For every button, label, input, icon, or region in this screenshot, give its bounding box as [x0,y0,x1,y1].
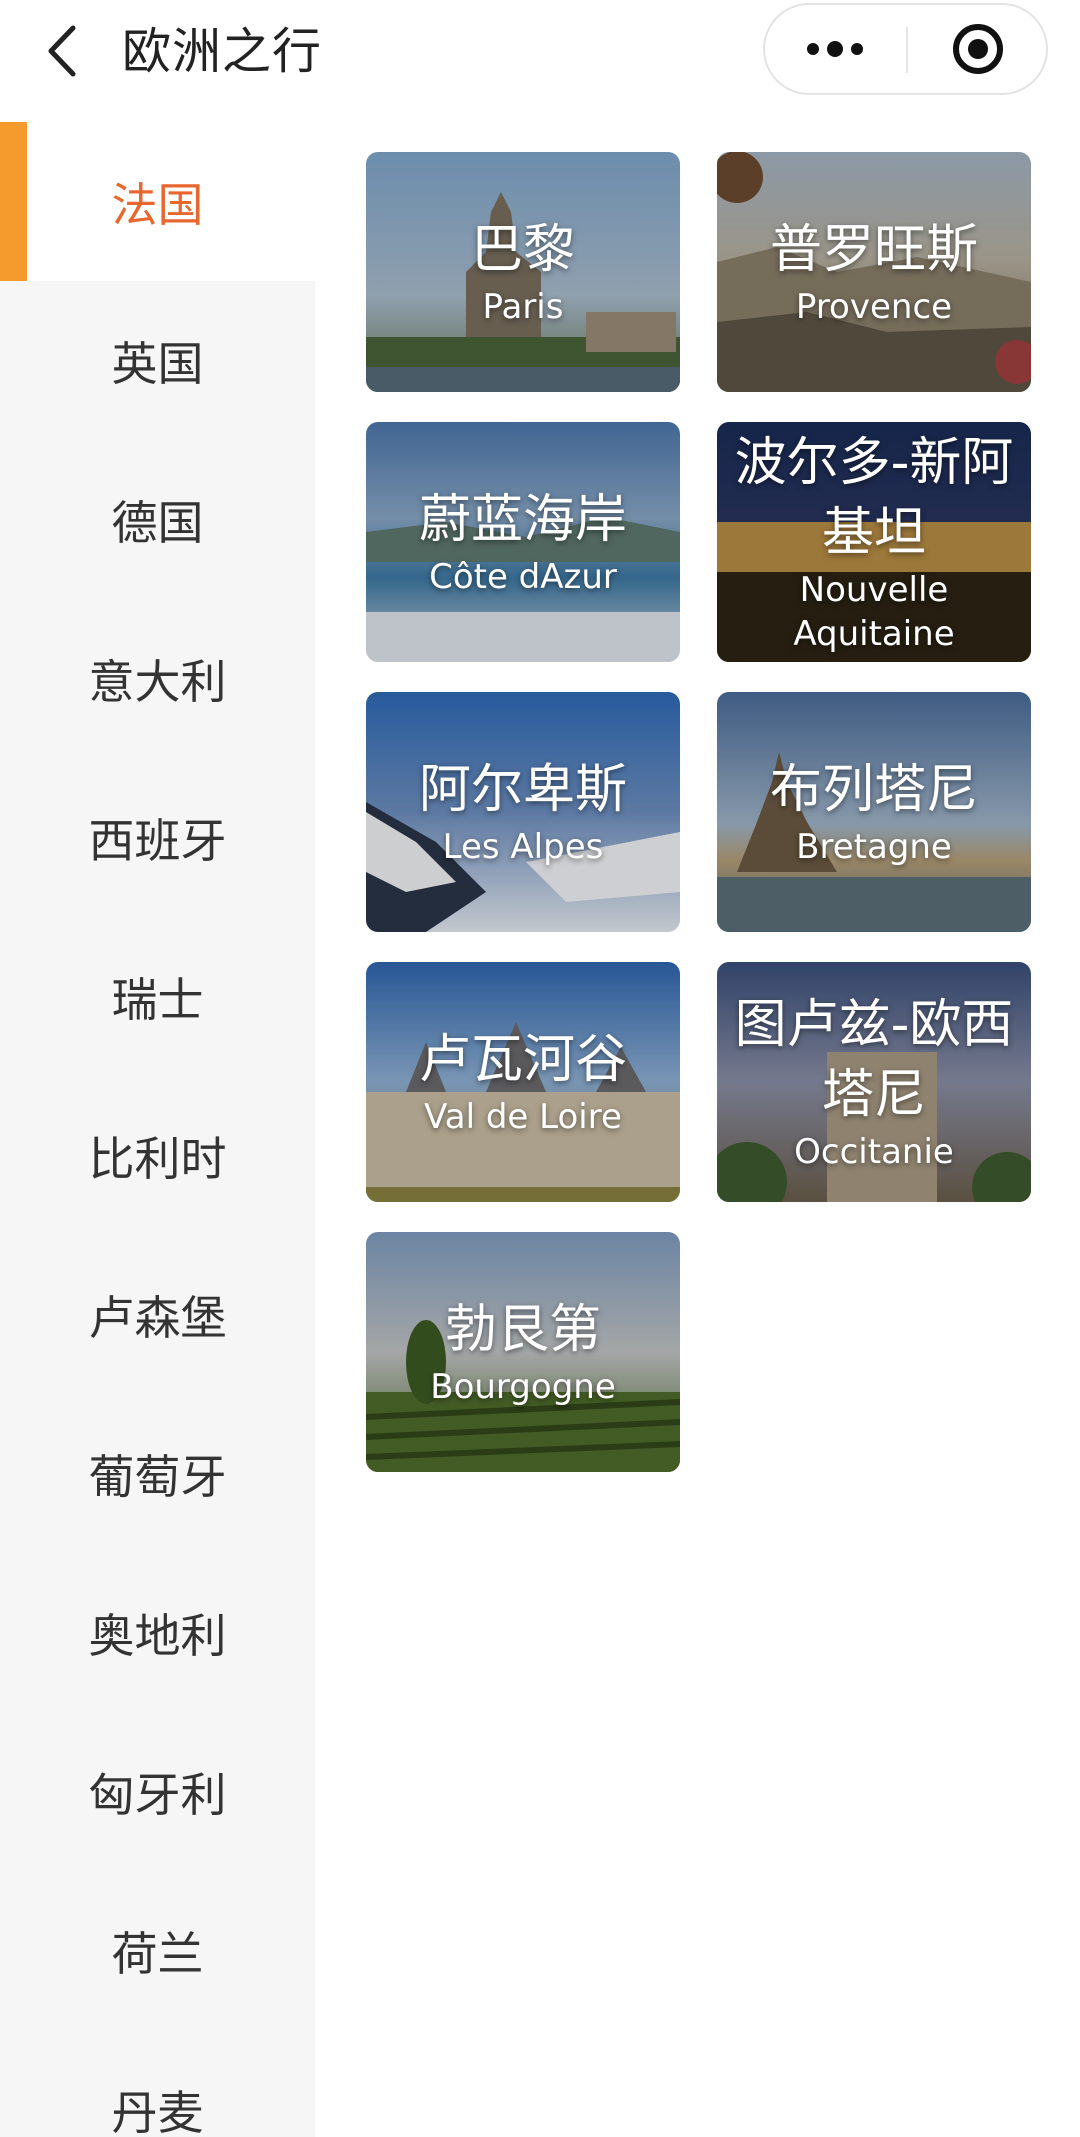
region-name-cn: 波尔多-新阿基坦 [734,433,1014,563]
region-name-en: Val de Loire [424,1097,622,1137]
sidebar-item-hungary[interactable]: 匈牙利 [0,1712,315,1871]
region-card-paris[interactable]: 巴黎 Paris [366,152,680,392]
region-card-provence[interactable]: 普罗旺斯 Provence [717,152,1031,392]
region-name-cn: 勃艮第 [444,1300,601,1360]
region-name-en: Les Alpes [442,827,604,867]
sidebar-item-label: 奥地利 [88,1608,227,1663]
more-dots-icon [807,41,863,57]
region-card-bretagne[interactable]: 布列塔尼 Bretagne [717,692,1031,932]
region-name-en: Paris [482,287,564,327]
region-name-cn: 普罗旺斯 [769,220,978,280]
region-name-en: Provence [795,287,953,327]
country-sidebar: 法国 英国 德国 意大利 西班牙 瑞士 比利时 卢森堡 葡萄牙 奥地利 匈牙利 … [0,122,315,2137]
region-name-cn: 布列塔尼 [769,760,978,820]
chevron-left-icon [48,25,76,77]
region-name-en: Bretagne [796,827,952,867]
target-circle-icon [953,24,1003,74]
sidebar-item-label: 西班牙 [88,813,227,868]
sidebar-item-netherlands[interactable]: 荷兰 [0,1871,315,2030]
region-card-nouvelle-aquitaine[interactable]: 波尔多-新阿基坦 Nouvelle Aquitaine [717,422,1031,662]
region-card-bourgogne[interactable]: 勃艮第 Bourgogne [366,1232,680,1472]
back-button[interactable] [32,18,92,84]
region-name-en: Nouvelle Aquitaine [793,570,955,654]
sidebar-item-label: 卢森堡 [88,1290,227,1345]
more-button[interactable] [765,5,905,93]
sidebar-item-label: 瑞士 [111,972,204,1027]
region-name-cn: 蔚蓝海岸 [418,490,627,550]
sidebar-item-label: 德国 [111,495,204,550]
sidebar-item-label: 葡萄牙 [88,1449,227,1504]
sidebar-item-belgium[interactable]: 比利时 [0,1076,315,1235]
sidebar-item-label: 英国 [111,336,204,391]
sidebar-item-label: 匈牙利 [88,1767,227,1822]
region-name-cn: 图卢兹-欧西塔尼 [734,995,1014,1125]
sidebar-item-france[interactable]: 法国 [0,122,315,281]
page-title: 欧洲之行 [122,23,323,80]
mini-program-capsule [763,3,1048,95]
sidebar-item-luxembourg[interactable]: 卢森堡 [0,1235,315,1394]
region-name-en: Bourgogne [430,1367,616,1407]
region-name-cn: 巴黎 [470,220,575,280]
region-name-en: Côte dAzur [429,557,617,597]
sidebar-item-austria[interactable]: 奥地利 [0,1553,315,1712]
sidebar-item-label: 比利时 [88,1131,227,1186]
region-card-cote-dazur[interactable]: 蔚蓝海岸 Côte dAzur [366,422,680,662]
navigation-bar: 欧洲之行 [0,0,1080,120]
sidebar-item-spain[interactable]: 西班牙 [0,758,315,917]
region-name-en: Occitanie [794,1132,954,1172]
region-card-les-alpes[interactable]: 阿尔卑斯 Les Alpes [366,692,680,932]
region-card-val-de-loire[interactable]: 卢瓦河谷 Val de Loire [366,962,680,1202]
region-name-cn: 阿尔卑斯 [418,760,627,820]
sidebar-item-uk[interactable]: 英国 [0,281,315,440]
sidebar-item-label: 法国 [111,177,204,232]
sidebar-item-label: 意大利 [88,654,227,709]
region-grid: 巴黎 Paris 普罗旺斯 Provence 蔚蓝海岸 Côte dAzur 波… [366,152,1032,1472]
region-name-cn: 卢瓦河谷 [418,1030,627,1090]
region-card-occitanie[interactable]: 图卢兹-欧西塔尼 Occitanie [717,962,1031,1202]
sidebar-item-label: 丹麦 [111,2085,204,2137]
sidebar-item-label: 荷兰 [111,1926,204,1981]
sidebar-item-switzerland[interactable]: 瑞士 [0,917,315,1076]
sidebar-item-portugal[interactable]: 葡萄牙 [0,1394,315,1553]
sidebar-item-denmark[interactable]: 丹麦 [0,2030,315,2137]
close-button[interactable] [908,5,1048,93]
sidebar-item-germany[interactable]: 德国 [0,440,315,599]
sidebar-item-italy[interactable]: 意大利 [0,599,315,758]
